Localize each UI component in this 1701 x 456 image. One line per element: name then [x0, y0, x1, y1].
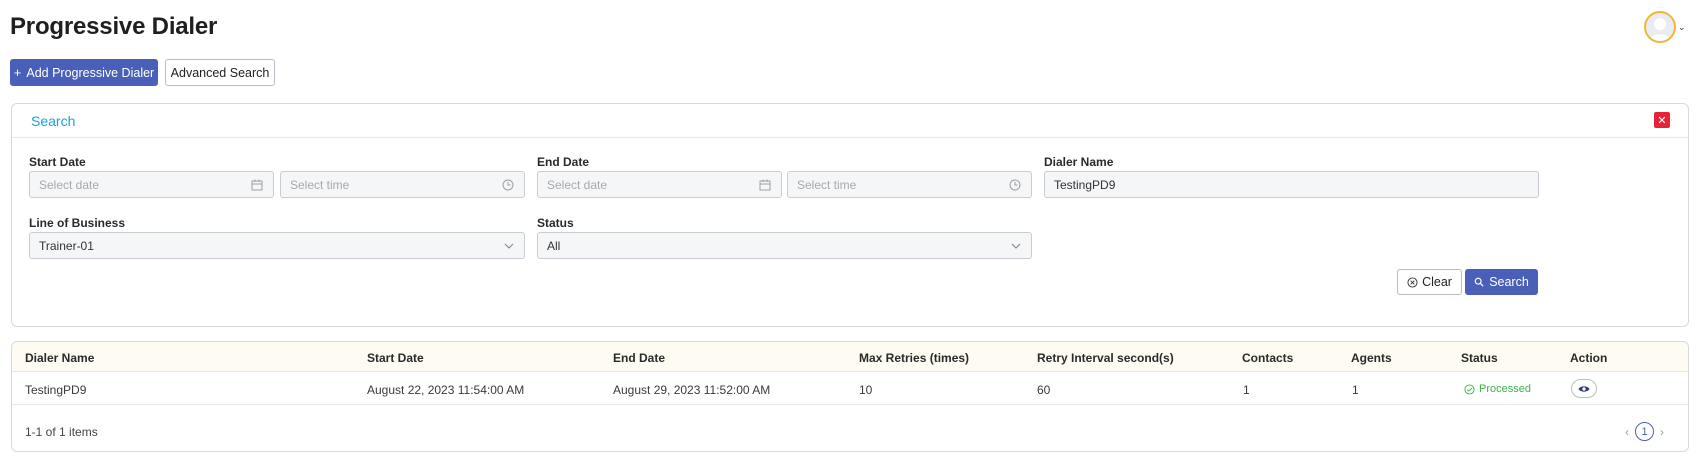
column-header: Retry Interval second(s): [1037, 351, 1174, 365]
clear-button[interactable]: Clear: [1397, 269, 1462, 295]
calendar-icon: [759, 179, 771, 191]
close-icon: ✕: [1657, 114, 1667, 127]
view-button[interactable]: [1571, 379, 1597, 398]
add-button-label: Add Progressive Dialer: [26, 65, 155, 80]
eye-icon: [1578, 385, 1590, 392]
column-header: Action: [1570, 351, 1608, 365]
page-number-button[interactable]: 1: [1635, 422, 1654, 441]
search-button-label: Search: [1489, 275, 1529, 289]
column-header: Max Retries (times): [859, 351, 970, 365]
start-date-input[interactable]: Select date: [29, 171, 274, 198]
close-search-button[interactable]: ✕: [1654, 112, 1670, 128]
next-page-icon[interactable]: ›: [1660, 425, 1664, 439]
column-header: Start Date: [367, 351, 424, 365]
advanced-search-button[interactable]: Advanced Search: [165, 59, 275, 86]
page-title: Progressive Dialer: [10, 13, 218, 40]
chevron-down-icon[interactable]: ⌄: [1678, 22, 1686, 33]
status-select[interactable]: All: [537, 232, 1032, 259]
chevron-down-icon: [504, 243, 514, 249]
cell-retry-interval: 60: [1037, 383, 1051, 397]
pagination: ‹ 1 ›: [1625, 422, 1664, 441]
cell-start-date: August 22, 2023 11:54:00 AM: [367, 383, 525, 397]
column-header: Agents: [1351, 351, 1392, 365]
end-time-placeholder: Select time: [797, 177, 857, 192]
search-icon: [1474, 277, 1484, 287]
cell-agents: 1: [1352, 383, 1359, 397]
start-date-placeholder: Select date: [39, 177, 100, 192]
start-time-placeholder: Select time: [290, 177, 350, 192]
end-date-label: End Date: [537, 155, 590, 169]
calendar-icon: [251, 179, 263, 191]
column-header: End Date: [613, 351, 666, 365]
start-time-input[interactable]: Select time: [280, 171, 525, 198]
dialer-name-value: TestingPD9: [1054, 177, 1116, 192]
cell-end-date: August 29, 2023 11:52:00 AM: [613, 383, 771, 397]
table-header: Dialer Name Start Date End Date Max Retr…: [12, 342, 1688, 372]
status-text: Processed: [1479, 383, 1531, 395]
column-header: Contacts: [1242, 351, 1294, 365]
check-circle-icon: [1464, 383, 1475, 395]
user-avatar-icon[interactable]: [1644, 11, 1676, 43]
dialer-name-label: Dialer Name: [1044, 155, 1114, 169]
line-of-business-select[interactable]: Trainer-01: [29, 232, 525, 259]
dialer-table: Dialer Name Start Date End Date Max Retr…: [11, 341, 1689, 452]
table-row: TestingPD9 August 22, 2023 11:54:00 AM A…: [12, 373, 1688, 405]
cell-max-retries: 10: [859, 383, 873, 397]
clear-button-label: Clear: [1422, 275, 1452, 289]
pagination-summary: 1-1 of 1 items: [25, 425, 98, 439]
clock-icon: [502, 179, 514, 191]
dialer-name-input[interactable]: TestingPD9: [1044, 171, 1539, 198]
search-button[interactable]: Search: [1465, 269, 1538, 295]
chevron-down-icon: [1011, 243, 1021, 249]
cell-contacts: 1: [1243, 383, 1250, 397]
line-of-business-value: Trainer-01: [39, 238, 94, 253]
search-panel: Search ✕ Start Date Select date Select t…: [11, 103, 1689, 327]
start-date-label: Start Date: [29, 155, 86, 169]
add-progressive-dialer-button[interactable]: + Add Progressive Dialer: [10, 59, 158, 86]
status-badge: Processed: [1464, 383, 1531, 395]
prev-page-icon[interactable]: ‹: [1625, 425, 1629, 439]
status-value: All: [547, 238, 561, 253]
line-of-business-label: Line of Business: [29, 216, 126, 230]
cell-dialer-name: TestingPD9: [25, 383, 87, 397]
plus-icon: +: [13, 65, 22, 80]
search-panel-header: Search ✕: [12, 104, 1688, 138]
search-panel-title: Search: [31, 113, 76, 129]
clear-icon: [1407, 276, 1418, 288]
column-header: Dialer Name: [25, 351, 95, 365]
column-header: Status: [1461, 351, 1498, 365]
end-time-input[interactable]: Select time: [787, 171, 1032, 198]
clock-icon: [1009, 179, 1021, 191]
status-label: Status: [537, 216, 574, 230]
end-date-placeholder: Select date: [547, 177, 608, 192]
end-date-input[interactable]: Select date: [537, 171, 782, 198]
user-menu[interactable]: ⌄: [1644, 10, 1692, 44]
